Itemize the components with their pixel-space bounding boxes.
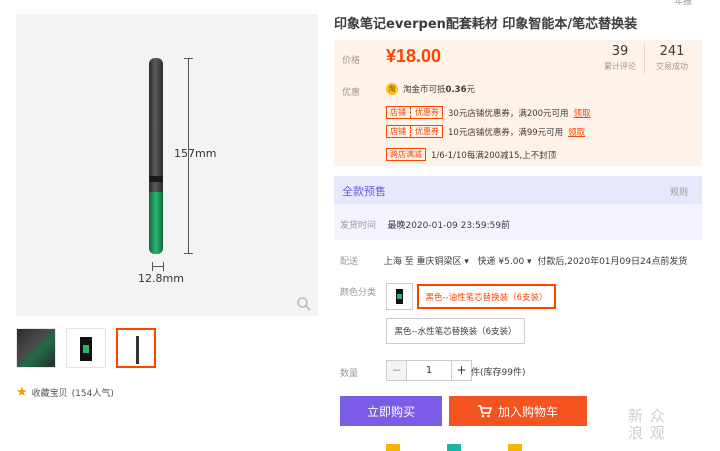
quantity-plus-button[interactable]: + [451,360,472,381]
review-stat[interactable]: 39 累计评论 [594,44,646,72]
ship-deadline-value: 最晚2020-01-09 23:59:59前 [387,221,511,231]
coupon-tag: 店铺 优惠券 [386,125,443,138]
product-title: 印象笔记everpen配套耗材 印象智能本/笔芯替换装 [334,17,638,32]
sku-label: 颜色分类 [340,288,377,298]
sales-count: 241 [659,44,685,59]
delivery-method-select[interactable]: 快递 ¥5.00 ▾ [478,257,532,267]
thumbnail-3-active[interactable] [116,328,156,368]
zoom-icon[interactable] [296,296,312,312]
favorite-label: 收藏宝贝 [31,389,68,399]
delivery-note: 付款后,2020年01月09日24点前发货 [537,257,688,267]
presale-banner: 全款预售 规则 [334,176,702,204]
coupon-row-2: 店铺 优惠券 10元店铺优惠券，满99元可用 领取 [386,125,585,138]
review-count: 39 [611,44,629,59]
thumbnail-2[interactable] [66,328,106,368]
coupon-tag: 店铺 优惠券 [386,106,443,119]
coin-amount: 0.36 [445,85,467,95]
top-right-text: 年报 [673,0,692,7]
width-dimension-label: 12.8mm [138,272,184,285]
add-to-cart-button[interactable]: 加入购物车 [449,396,587,426]
stock-text: 件(库存99件) [471,368,526,378]
quantity-minus-button[interactable]: − [386,360,407,381]
badge-icon-2 [447,444,461,451]
bottom-icons [386,444,522,451]
price-label: 价格 [342,56,361,66]
sku-option-water[interactable]: 黑色--水性笔芯替换装（6支装） [386,318,525,344]
length-dimension-label: 157mm [174,147,217,160]
favorite-count: (154人气) [71,389,114,399]
cross-store-text: 1/6-1/10每满200减15,上不封顶 [431,150,557,161]
presale-rule-link[interactable]: 规则 [670,185,688,198]
coupon-get-link[interactable]: 领取 [574,107,591,119]
promo-label: 优惠 [342,88,361,98]
coin-icon: 淘 [386,83,398,95]
buy-now-button[interactable]: 立即购买 [340,396,442,426]
coupon-get-link[interactable]: 领取 [568,126,585,138]
watermark: 新 众 浪 观 [628,407,666,442]
sku-image[interactable] [386,283,413,310]
sales-label: 交易成功 [656,62,688,71]
width-dimension-line [152,262,164,271]
ship-deadline-row: 发货时间 最晚2020-01-09 23:59:59前 [340,221,511,231]
quantity-label: 数量 [340,369,359,379]
cross-store-tag: 跨店满减 [386,148,426,161]
cross-store-row: 跨店满减 1/6-1/10每满200减15,上不封顶 [386,148,556,161]
main-product-image[interactable]: 157mm 12.8mm [16,14,318,316]
price-value: ¥18.00 [386,46,442,66]
coupon-row-1: 店铺 优惠券 30元店铺优惠券，满200元可用 领取 [386,106,591,119]
delivery-from: 上海 [383,257,402,267]
delivery-to-select[interactable]: 重庆铜梁区 ▾ [417,257,469,267]
review-label: 累计评论 [604,62,636,71]
thumbnail-list [16,328,156,368]
sales-stat: 241 交易成功 [646,44,698,72]
quantity-stepper: − 1 + [386,360,472,381]
price-box: 价格 ¥18.00 39 累计评论 241 交易成功 优惠 淘 淘金币可抵0.3… [334,40,702,166]
badge-icon-3 [508,444,522,451]
pen-image [149,58,163,254]
quantity-input[interactable]: 1 [407,360,451,381]
thumbnail-1[interactable] [16,328,56,368]
favorite-link[interactable]: ★ 收藏宝贝 (154人气) [16,385,114,400]
coupon-text: 10元店铺优惠券，满99元可用 [448,127,564,138]
star-icon: ★ [16,385,28,400]
cart-icon [477,404,492,417]
sku-option-oil[interactable]: 黑色--油性笔芯替换装（6支装） [417,284,556,309]
presale-title: 全款预售 [342,185,386,198]
coin-row: 淘 淘金币可抵0.36元 [386,83,475,95]
coupon-text: 30元店铺优惠券，满200元可用 [448,108,569,119]
badge-icon-1 [386,444,400,451]
stat-divider [644,44,645,74]
delivery-row: 配送 上海 至 重庆铜梁区 ▾ 快递 ¥5.00 ▾ 付款后,2020年01月0… [340,257,688,267]
